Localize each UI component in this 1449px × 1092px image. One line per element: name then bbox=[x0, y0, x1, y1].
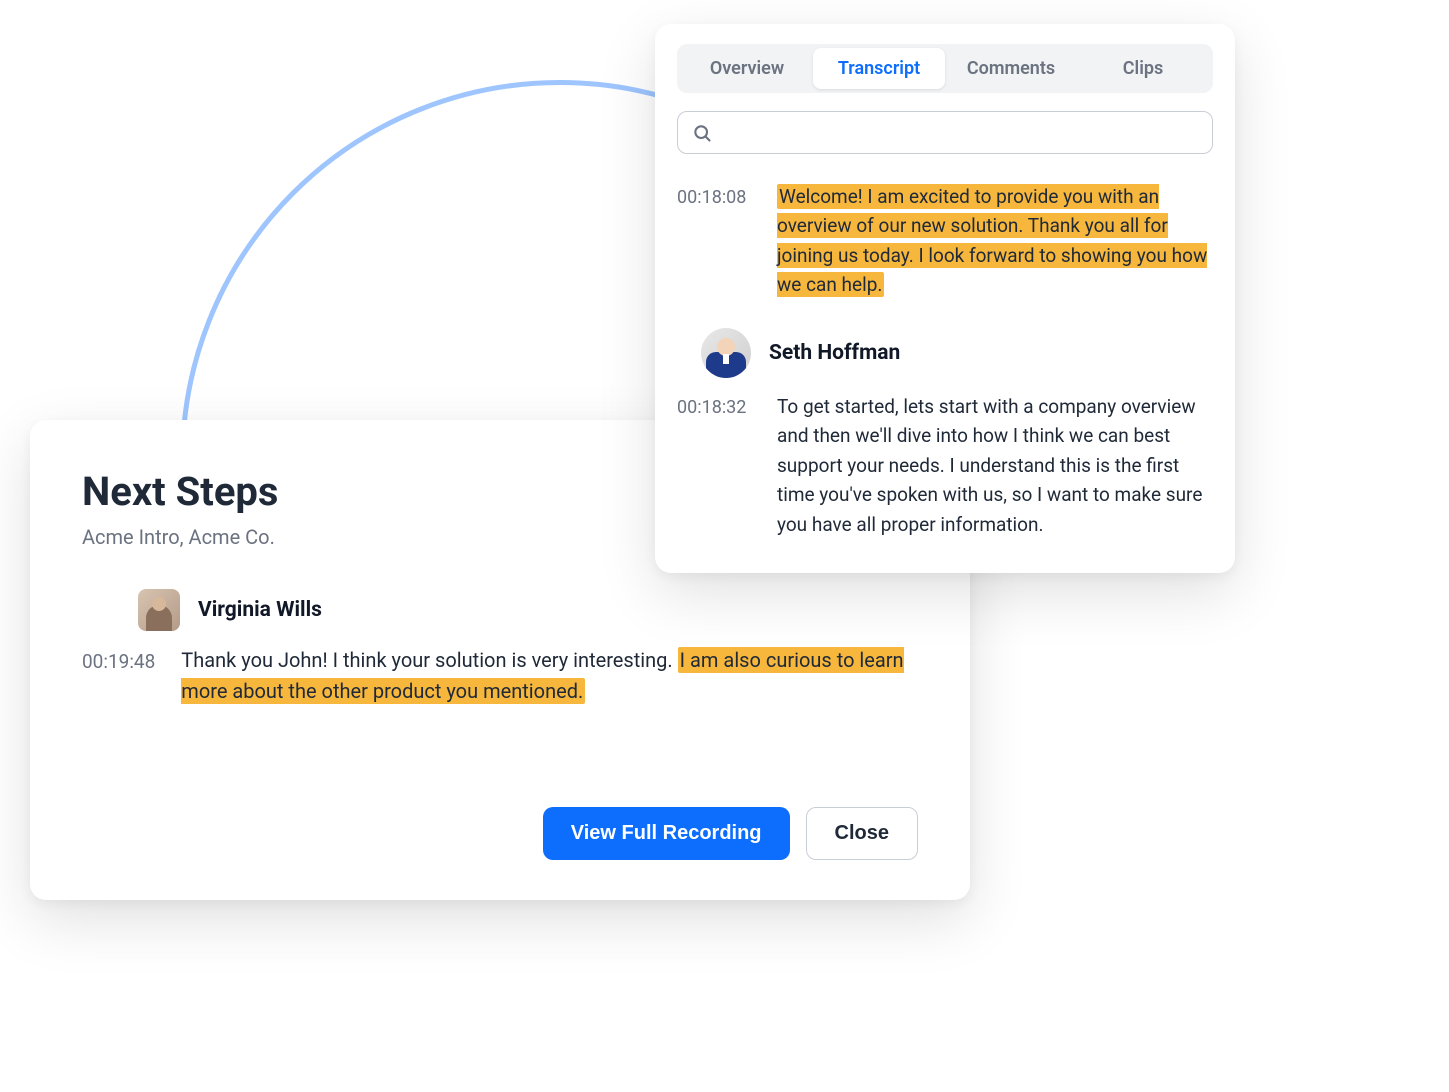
view-full-recording-button[interactable]: View Full Recording bbox=[543, 807, 790, 860]
tab-comments[interactable]: Comments bbox=[945, 48, 1077, 89]
transcript-card: Overview Transcript Comments Clips 00:18… bbox=[655, 24, 1235, 573]
search-icon bbox=[692, 123, 712, 143]
timestamp: 00:19:48 bbox=[82, 645, 155, 676]
tab-clips[interactable]: Clips bbox=[1077, 48, 1209, 89]
transcript-text: To get started, lets start with a compan… bbox=[777, 392, 1213, 539]
speaker-row: Virginia Wills bbox=[138, 589, 918, 631]
speaker-row: Seth Hoffman bbox=[701, 328, 1213, 378]
timestamp: 00:18:08 bbox=[677, 182, 757, 212]
button-row: View Full Recording Close bbox=[82, 807, 918, 860]
speaker-name: Virginia Wills bbox=[198, 598, 322, 622]
search-input[interactable] bbox=[722, 122, 1198, 143]
transcript-entry: 00:18:32 To get started, lets start with… bbox=[677, 392, 1213, 539]
transcript-text: Welcome! I am excited to provide you wit… bbox=[777, 182, 1213, 300]
transcript-plain-text: Thank you John! I think your solution is… bbox=[181, 648, 677, 672]
timestamp: 00:18:32 bbox=[677, 392, 757, 422]
search-box[interactable] bbox=[677, 111, 1213, 154]
tab-transcript[interactable]: Transcript bbox=[813, 48, 945, 89]
tab-overview[interactable]: Overview bbox=[681, 48, 813, 89]
transcript-highlight-text: Welcome! I am excited to provide you wit… bbox=[777, 184, 1207, 297]
transcript-entry: 00:19:48 Thank you John! I think your so… bbox=[82, 645, 918, 707]
speaker-name: Seth Hoffman bbox=[769, 341, 900, 365]
tabs: Overview Transcript Comments Clips bbox=[677, 44, 1213, 93]
transcript-entry: 00:18:08 Welcome! I am excited to provid… bbox=[677, 182, 1213, 300]
transcript-text: Thank you John! I think your solution is… bbox=[181, 645, 918, 707]
avatar bbox=[701, 328, 751, 378]
close-button[interactable]: Close bbox=[806, 807, 918, 860]
avatar bbox=[138, 589, 180, 631]
